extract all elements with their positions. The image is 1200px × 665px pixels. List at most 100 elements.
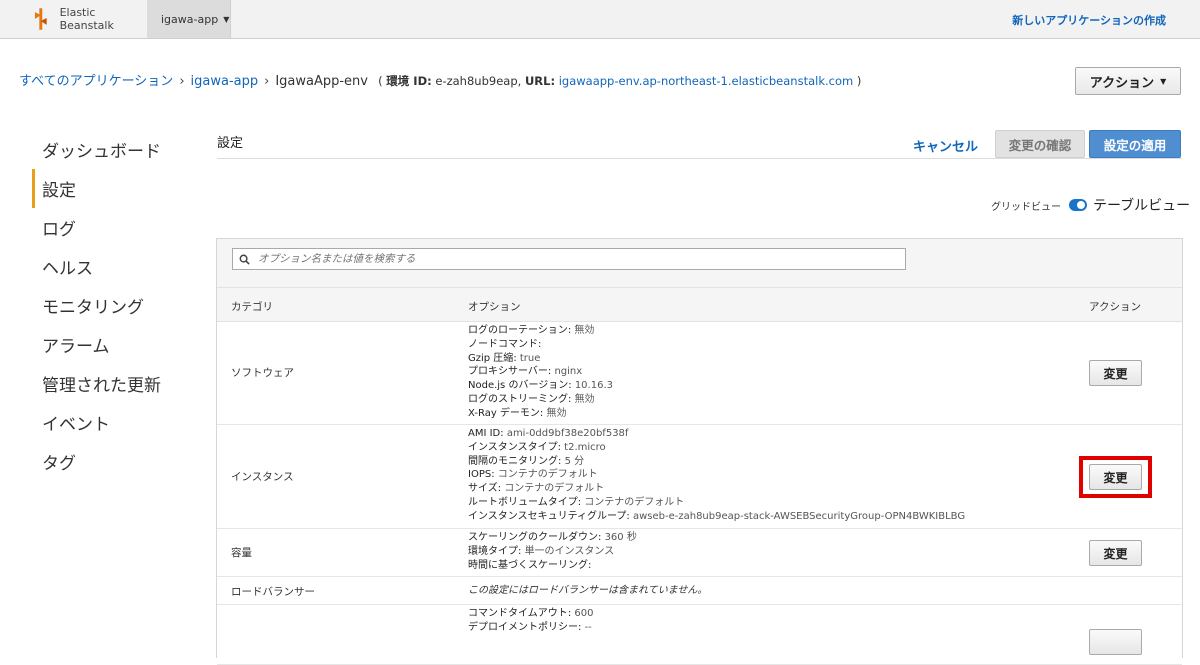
option-line: AMI ID: ami-0dd9bf38e20bf538f (468, 428, 629, 439)
option-value: 無効 (574, 325, 595, 336)
sidebar-item-dashboard[interactable]: ダッシュボード (32, 130, 192, 169)
option-line: Gzip 圧縮: true (468, 352, 541, 364)
table-row: コマンドタイムアウト: 600 デプロイメントポリシー: -- (217, 605, 1182, 665)
table-row: インスタンス AMI ID: ami-0dd9bf38e20bf538f インス… (217, 425, 1182, 529)
load-balancer-note: この設定にはロードバランサーは含まれていません。 (468, 585, 708, 596)
option-value: -- (584, 621, 592, 633)
app-selector-label: igawa-app (161, 12, 219, 26)
sidebar: ダッシュボード 設定 ログ ヘルス モニタリング アラーム 管理された更新 イベ… (32, 130, 192, 481)
option-value: 単一のインスタンス (524, 545, 615, 557)
option-line: プロキシサーバー: nginx (468, 366, 583, 378)
option-value: true (519, 352, 541, 364)
option-line: Node.js のバージョン: 10.16.3 (468, 380, 613, 392)
apply-configuration-button[interactable]: 設定の適用 (1089, 130, 1181, 158)
breadcrumb-all-apps[interactable]: すべてのアプリケーション (19, 74, 173, 89)
option-key: 環境タイプ (468, 545, 518, 557)
search-input[interactable] (258, 253, 858, 265)
capacity-change-button[interactable]: 変更 (1089, 540, 1142, 566)
breadcrumb-env: IgawaApp-env (275, 74, 368, 89)
new-application-link[interactable]: 新しいアプリケーションの作成 (1012, 12, 1166, 28)
option-key: 間隔のモニタリング (468, 455, 558, 467)
top-bar: Elastic Beanstalk igawa-app ▼ 新しいアプリケーショ… (0, 0, 1200, 39)
action-button[interactable]: アクション ▼ (1075, 67, 1181, 95)
grid-view-label[interactable]: グリッドビュー (991, 198, 1061, 213)
option-key: Gzip 圧縮 (468, 352, 514, 364)
caret-down-icon: ▼ (1160, 76, 1167, 86)
sidebar-item-tags[interactable]: タグ (32, 442, 192, 481)
action-button-label: アクション (1089, 75, 1155, 91)
option-line: デプロイメントポリシー: -- (468, 621, 592, 633)
divider (217, 158, 1182, 159)
option-key: IOPS (468, 469, 492, 481)
option-key: ノードコマンド (468, 338, 538, 350)
caret-down-icon: ▼ (223, 14, 230, 24)
sidebar-item-health[interactable]: ヘルス (32, 247, 192, 286)
table-view-label[interactable]: テーブルビュー (1093, 195, 1190, 215)
table-row: ロードバランサー この設定にはロードバランサーは含まれていません。 (217, 577, 1182, 605)
view-toggle-switch[interactable] (1069, 199, 1087, 211)
option-key: スケーリングのクールダウン (468, 532, 598, 543)
option-value: コンテナのデフォルト (504, 483, 605, 495)
option-value: 無効 (546, 407, 567, 419)
option-key: インスタンスセキュリティグループ (468, 510, 627, 522)
sidebar-item-monitoring[interactable]: モニタリング (32, 286, 192, 325)
row-category: インスタンス (231, 471, 294, 483)
instances-change-button[interactable]: 変更 (1089, 464, 1142, 490)
page-title: 設定 (217, 136, 244, 151)
option-key: ログのローテーション (468, 325, 568, 336)
option-line: スケーリングのクールダウン: 360 秒 (468, 532, 637, 543)
option-value: 10.16.3 (574, 380, 613, 392)
option-key: 時間に基づくスケーリング (468, 559, 588, 571)
option-key: プロキシサーバー (468, 366, 548, 378)
option-line: ノードコマンド: (468, 338, 542, 350)
option-value: 5 分 (564, 455, 585, 467)
row-options: ログのローテーション: 無効 ノードコマンド: Gzip 圧縮: true プロ… (468, 324, 613, 421)
sidebar-item-configuration[interactable]: 設定 (32, 169, 192, 208)
column-header-action: アクション (1089, 301, 1141, 313)
review-changes-button[interactable]: 変更の確認 (995, 130, 1085, 158)
search-row (217, 239, 1182, 288)
sidebar-item-logs[interactable]: ログ (32, 208, 192, 247)
option-line: X-Ray デーモン: 無効 (468, 407, 567, 419)
cancel-button[interactable]: キャンセル (913, 136, 978, 155)
option-value: nginx (554, 366, 583, 378)
row-category: ロードバランサー (231, 586, 315, 598)
option-key: AMI ID (468, 428, 501, 439)
option-value: 360 秒 (604, 532, 637, 543)
software-change-button[interactable]: 変更 (1089, 360, 1142, 386)
table-row: ソフトウェア ログのローテーション: 無効 ノードコマンド: Gzip 圧縮: … (217, 322, 1182, 425)
option-value: ami-0dd9bf38e20bf538f (506, 428, 629, 439)
sidebar-item-alarms[interactable]: アラーム (32, 325, 192, 364)
table-row: 容量 スケーリングのクールダウン: 360 秒 環境タイプ: 単一のインスタンス… (217, 529, 1182, 577)
column-header-options: オプション (468, 301, 521, 313)
elastic-beanstalk-logo-icon (34, 8, 47, 30)
brand[interactable]: Elastic Beanstalk (18, 0, 164, 38)
env-id: e-zah8ub9eap (435, 74, 518, 88)
row-options: この設定にはロードバランサーは含まれていません。 (468, 584, 707, 598)
row-category: ソフトウェア (231, 367, 294, 379)
env-url-link[interactable]: igawaapp-env.ap-northeast-1.elasticbeans… (559, 74, 853, 88)
option-line: 環境タイプ: 単一のインスタンス (468, 545, 615, 557)
option-key: ルートボリュームタイプ (468, 496, 578, 508)
option-line: 間隔のモニタリング: 5 分 (468, 455, 585, 467)
option-line: インスタンスタイプ: t2.micro (468, 441, 606, 453)
app-selector[interactable]: igawa-app ▼ (147, 0, 231, 38)
option-key: ログのストリーミング (468, 393, 568, 405)
search-box[interactable] (232, 248, 906, 270)
option-value: awseb-e-zah8ub9eap-stack-AWSEBSecurityGr… (632, 510, 966, 522)
sidebar-item-events[interactable]: イベント (32, 403, 192, 442)
option-key: サイズ (468, 483, 498, 495)
option-line: コマンドタイムアウト: 600 (468, 608, 594, 619)
breadcrumb-app[interactable]: igawa-app (191, 74, 259, 89)
sidebar-item-managed-updates[interactable]: 管理された更新 (32, 364, 192, 403)
option-line: 時間に基づくスケーリング: (468, 559, 592, 571)
breadcrumb: すべてのアプリケーション › igawa-app › IgawaApp-env ( 環境… (19, 70, 861, 89)
option-value: コンテナのデフォルト (497, 469, 598, 481)
option-key: Node.js のバージョン (468, 380, 569, 392)
env-meta: ( 環境 ID: e-zah8ub9eap, URL: igawaapp-env… (378, 74, 862, 88)
option-key: インスタンスタイプ (468, 441, 558, 453)
option-line: ログのローテーション: 無効 (468, 325, 595, 336)
option-line: IOPS: コンテナのデフォルト (468, 469, 598, 481)
updates-change-button[interactable] (1089, 629, 1142, 655)
option-line: サイズ: コンテナのデフォルト (468, 483, 605, 495)
